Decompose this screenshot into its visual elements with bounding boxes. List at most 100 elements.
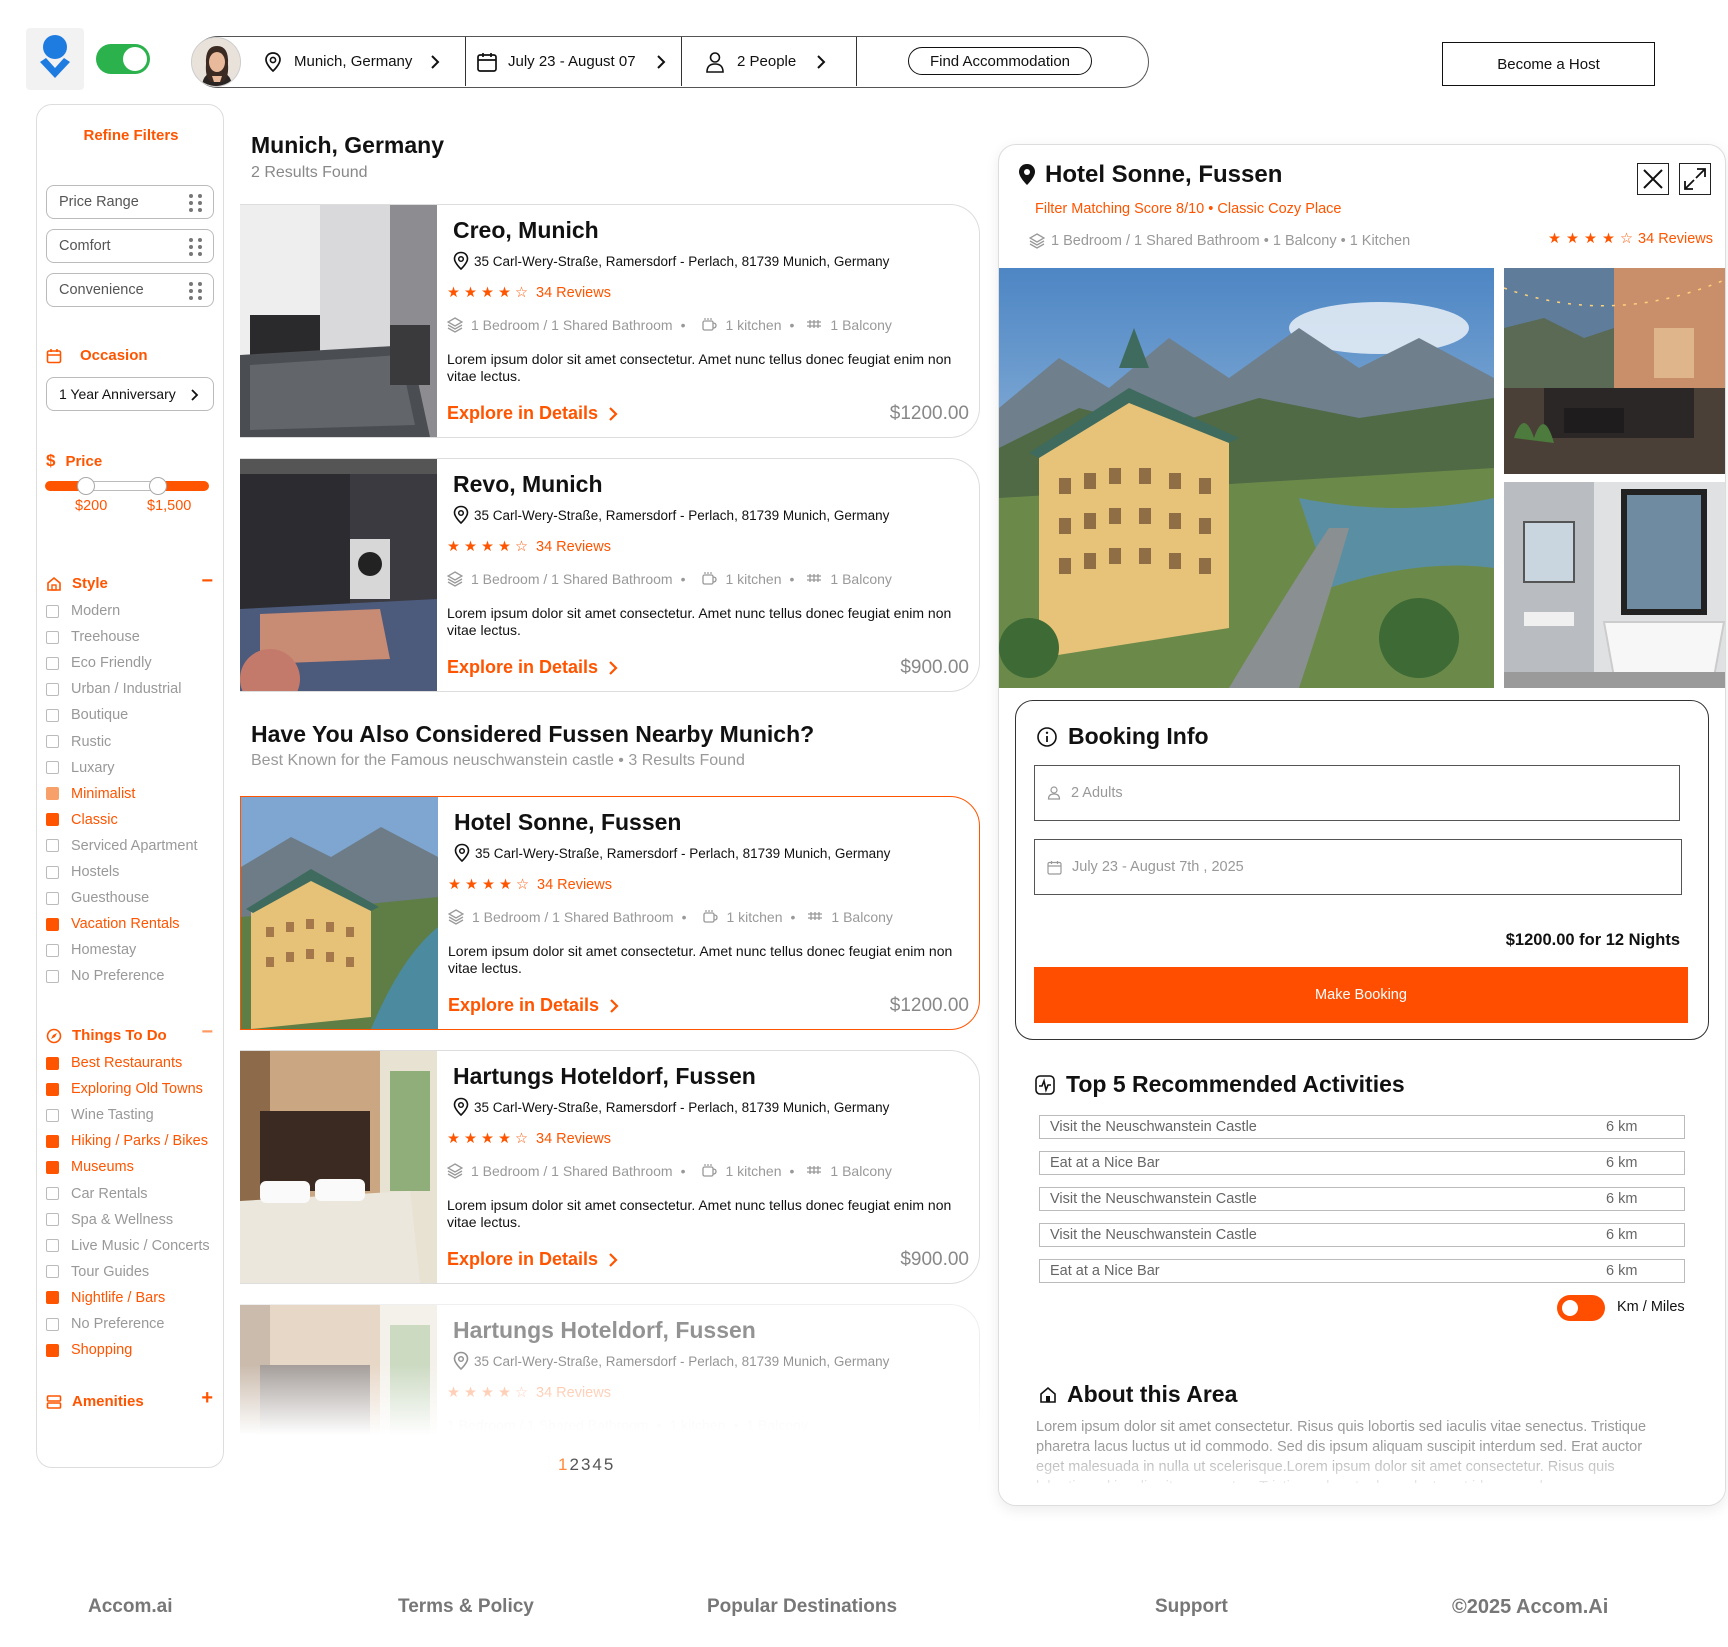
footer-destinations-link[interactable]: Popular Destinations [707, 1596, 897, 1618]
filter-checkbox[interactable]: Wine Tasting [46, 1105, 154, 1125]
filter-checkbox[interactable]: Live Music / Concerts [46, 1236, 210, 1256]
filter-checkbox[interactable]: Museums [46, 1157, 134, 1177]
card-title[interactable]: Hartungs Hoteldorf, Fussen [453, 1317, 756, 1344]
activity-row[interactable]: Eat at a Nice Bar 6 km [1039, 1151, 1685, 1175]
people-field[interactable]: 2 People [705, 37, 828, 86]
filter-checkbox[interactable]: Tour Guides [46, 1262, 149, 1282]
reviews-link[interactable]: 34 Reviews [1638, 231, 1713, 247]
checkbox-box[interactable] [46, 1108, 59, 1122]
filter-checkbox[interactable]: Vacation Rentals [46, 914, 180, 934]
drag-handle-icon[interactable] [189, 282, 203, 300]
activity-row[interactable]: Visit the Neuschwanstein Castle 6 km [1039, 1223, 1685, 1247]
become-host-button[interactable]: Become a Host [1442, 42, 1655, 86]
checkbox-box[interactable] [46, 1056, 59, 1070]
price-range-pill[interactable]: Price Range [46, 185, 214, 219]
style-heading[interactable]: Style [46, 575, 108, 592]
card-title[interactable]: Hotel Sonne, Fussen [454, 809, 681, 836]
reviews-link[interactable]: 34 Reviews [536, 285, 611, 301]
filter-checkbox[interactable]: Boutique [46, 705, 128, 725]
make-booking-button[interactable]: Make Booking [1034, 967, 1688, 1023]
expand-icon[interactable]: + [201, 1387, 213, 1410]
km-miles-toggle[interactable] [1557, 1295, 1605, 1321]
card-photo[interactable] [240, 1051, 437, 1283]
collapse-icon[interactable]: − [201, 570, 213, 593]
checkbox-box[interactable] [46, 1317, 59, 1331]
checkbox-box[interactable] [46, 656, 59, 670]
checkbox-box[interactable] [46, 943, 59, 957]
filter-checkbox[interactable]: Hiking / Parks / Bikes [46, 1131, 208, 1151]
reviews-link[interactable]: 34 Reviews [536, 539, 611, 555]
convenience-pill[interactable]: Convenience [46, 273, 214, 307]
filter-checkbox[interactable]: Spa & Wellness [46, 1210, 173, 1230]
slider-max-handle[interactable] [149, 477, 167, 495]
filter-checkbox[interactable]: Treehouse [46, 627, 140, 647]
footer-terms-link[interactable]: Terms & Policy [398, 1596, 534, 1618]
filter-checkbox[interactable]: Car Rentals [46, 1184, 148, 1204]
footer-support-link[interactable]: Support [1155, 1596, 1228, 1618]
page-link[interactable]: 2 [569, 1455, 580, 1474]
theme-toggle[interactable] [96, 44, 150, 74]
filter-checkbox[interactable]: Eco Friendly [46, 653, 152, 673]
result-card[interactable]: Hartungs Hoteldorf, Fussen 35 Carl-Wery-S… [240, 1304, 980, 1447]
comfort-pill[interactable]: Comfort [46, 229, 214, 263]
checkbox-box[interactable] [46, 708, 59, 722]
result-card[interactable]: Hartungs Hoteldorf, Fussen 35 Carl-Wery-S… [240, 1050, 980, 1284]
filter-checkbox[interactable]: Nightlife / Bars [46, 1288, 165, 1308]
things-to-do-heading[interactable]: Things To Do [46, 1027, 167, 1044]
drag-handle-icon[interactable] [189, 194, 203, 212]
location-field[interactable]: Munich, Germany [263, 37, 442, 86]
explore-details-link[interactable]: Explore in Details [447, 403, 618, 424]
checkbox-box[interactable] [46, 1291, 59, 1305]
explore-details-link[interactable]: Explore in Details [448, 995, 619, 1016]
drag-handle-icon[interactable] [189, 238, 203, 256]
card-title[interactable]: Hartungs Hoteldorf, Fussen [453, 1063, 756, 1090]
checkbox-box[interactable] [46, 865, 59, 879]
checkbox-box[interactable] [46, 1265, 59, 1279]
checkbox-box[interactable] [46, 735, 59, 748]
result-card[interactable]: Revo, Munich 35 Carl-Wery-Straße, Ramersd… [240, 458, 980, 692]
booking-dates-input[interactable]: July 23 - August 7th , 2025 [1034, 839, 1682, 895]
card-title[interactable]: Revo, Munich [453, 471, 603, 498]
explore-details-link[interactable]: Explore in Details [447, 1249, 618, 1270]
result-card[interactable]: Creo, Munich 35 Carl-Wery-Straße, Ramersd… [240, 204, 980, 438]
checkbox-box[interactable] [46, 682, 59, 696]
filter-checkbox[interactable]: No Preference [46, 966, 165, 986]
checkbox-box[interactable] [46, 1082, 59, 1096]
checkbox-box[interactable] [46, 787, 59, 801]
checkbox-box[interactable] [46, 969, 59, 983]
filter-checkbox[interactable]: Shopping [46, 1340, 132, 1360]
collapse-icon[interactable]: − [201, 1021, 213, 1044]
filter-checkbox[interactable]: Urban / Industrial [46, 679, 181, 699]
find-accommodation-button[interactable]: Find Accommodation [908, 47, 1092, 75]
checkbox-box[interactable] [46, 839, 59, 853]
adults-input[interactable]: 2 Adults [1034, 765, 1680, 821]
expand-button[interactable] [1679, 163, 1711, 195]
filter-checkbox[interactable]: Modern [46, 601, 120, 621]
footer-brand[interactable]: Accom.ai [88, 1596, 172, 1618]
reviews-link[interactable]: 34 Reviews [536, 1131, 611, 1147]
checkbox-box[interactable] [46, 1134, 59, 1148]
filter-checkbox[interactable]: Luxary [46, 758, 115, 778]
activity-row[interactable]: Visit the Neuschwanstein Castle 6 km [1039, 1115, 1685, 1139]
checkbox-box[interactable] [46, 891, 59, 905]
page-link[interactable]: 1 [558, 1455, 569, 1474]
activity-row[interactable]: Eat at a Nice Bar 6 km [1039, 1259, 1685, 1283]
filter-checkbox[interactable]: Classic [46, 810, 118, 830]
filter-checkbox[interactable]: Minimalist [46, 784, 135, 804]
page-link[interactable]: 5 [604, 1455, 615, 1474]
checkbox-box[interactable] [46, 1160, 59, 1174]
filter-checkbox[interactable]: Best Restaurants [46, 1053, 182, 1073]
card-photo[interactable] [240, 205, 437, 437]
checkbox-box[interactable] [46, 1187, 59, 1200]
reviews-link[interactable]: 34 Reviews [537, 877, 612, 893]
checkbox-box[interactable] [46, 1213, 59, 1227]
page-link[interactable]: 4 [592, 1455, 603, 1474]
balcony-photo[interactable] [1504, 268, 1725, 474]
checkbox-box[interactable] [46, 630, 59, 644]
activity-row[interactable]: Visit the Neuschwanstein Castle 6 km [1039, 1187, 1685, 1211]
filter-checkbox[interactable]: Serviced Apartment [46, 836, 198, 856]
occasion-select[interactable]: 1 Year Anniversary [46, 377, 214, 411]
main-photo[interactable] [999, 268, 1494, 688]
page-link[interactable]: 3 [581, 1455, 592, 1474]
result-card[interactable]: Hotel Sonne, Fussen 35 Carl-Wery-Straße, … [240, 796, 980, 1030]
